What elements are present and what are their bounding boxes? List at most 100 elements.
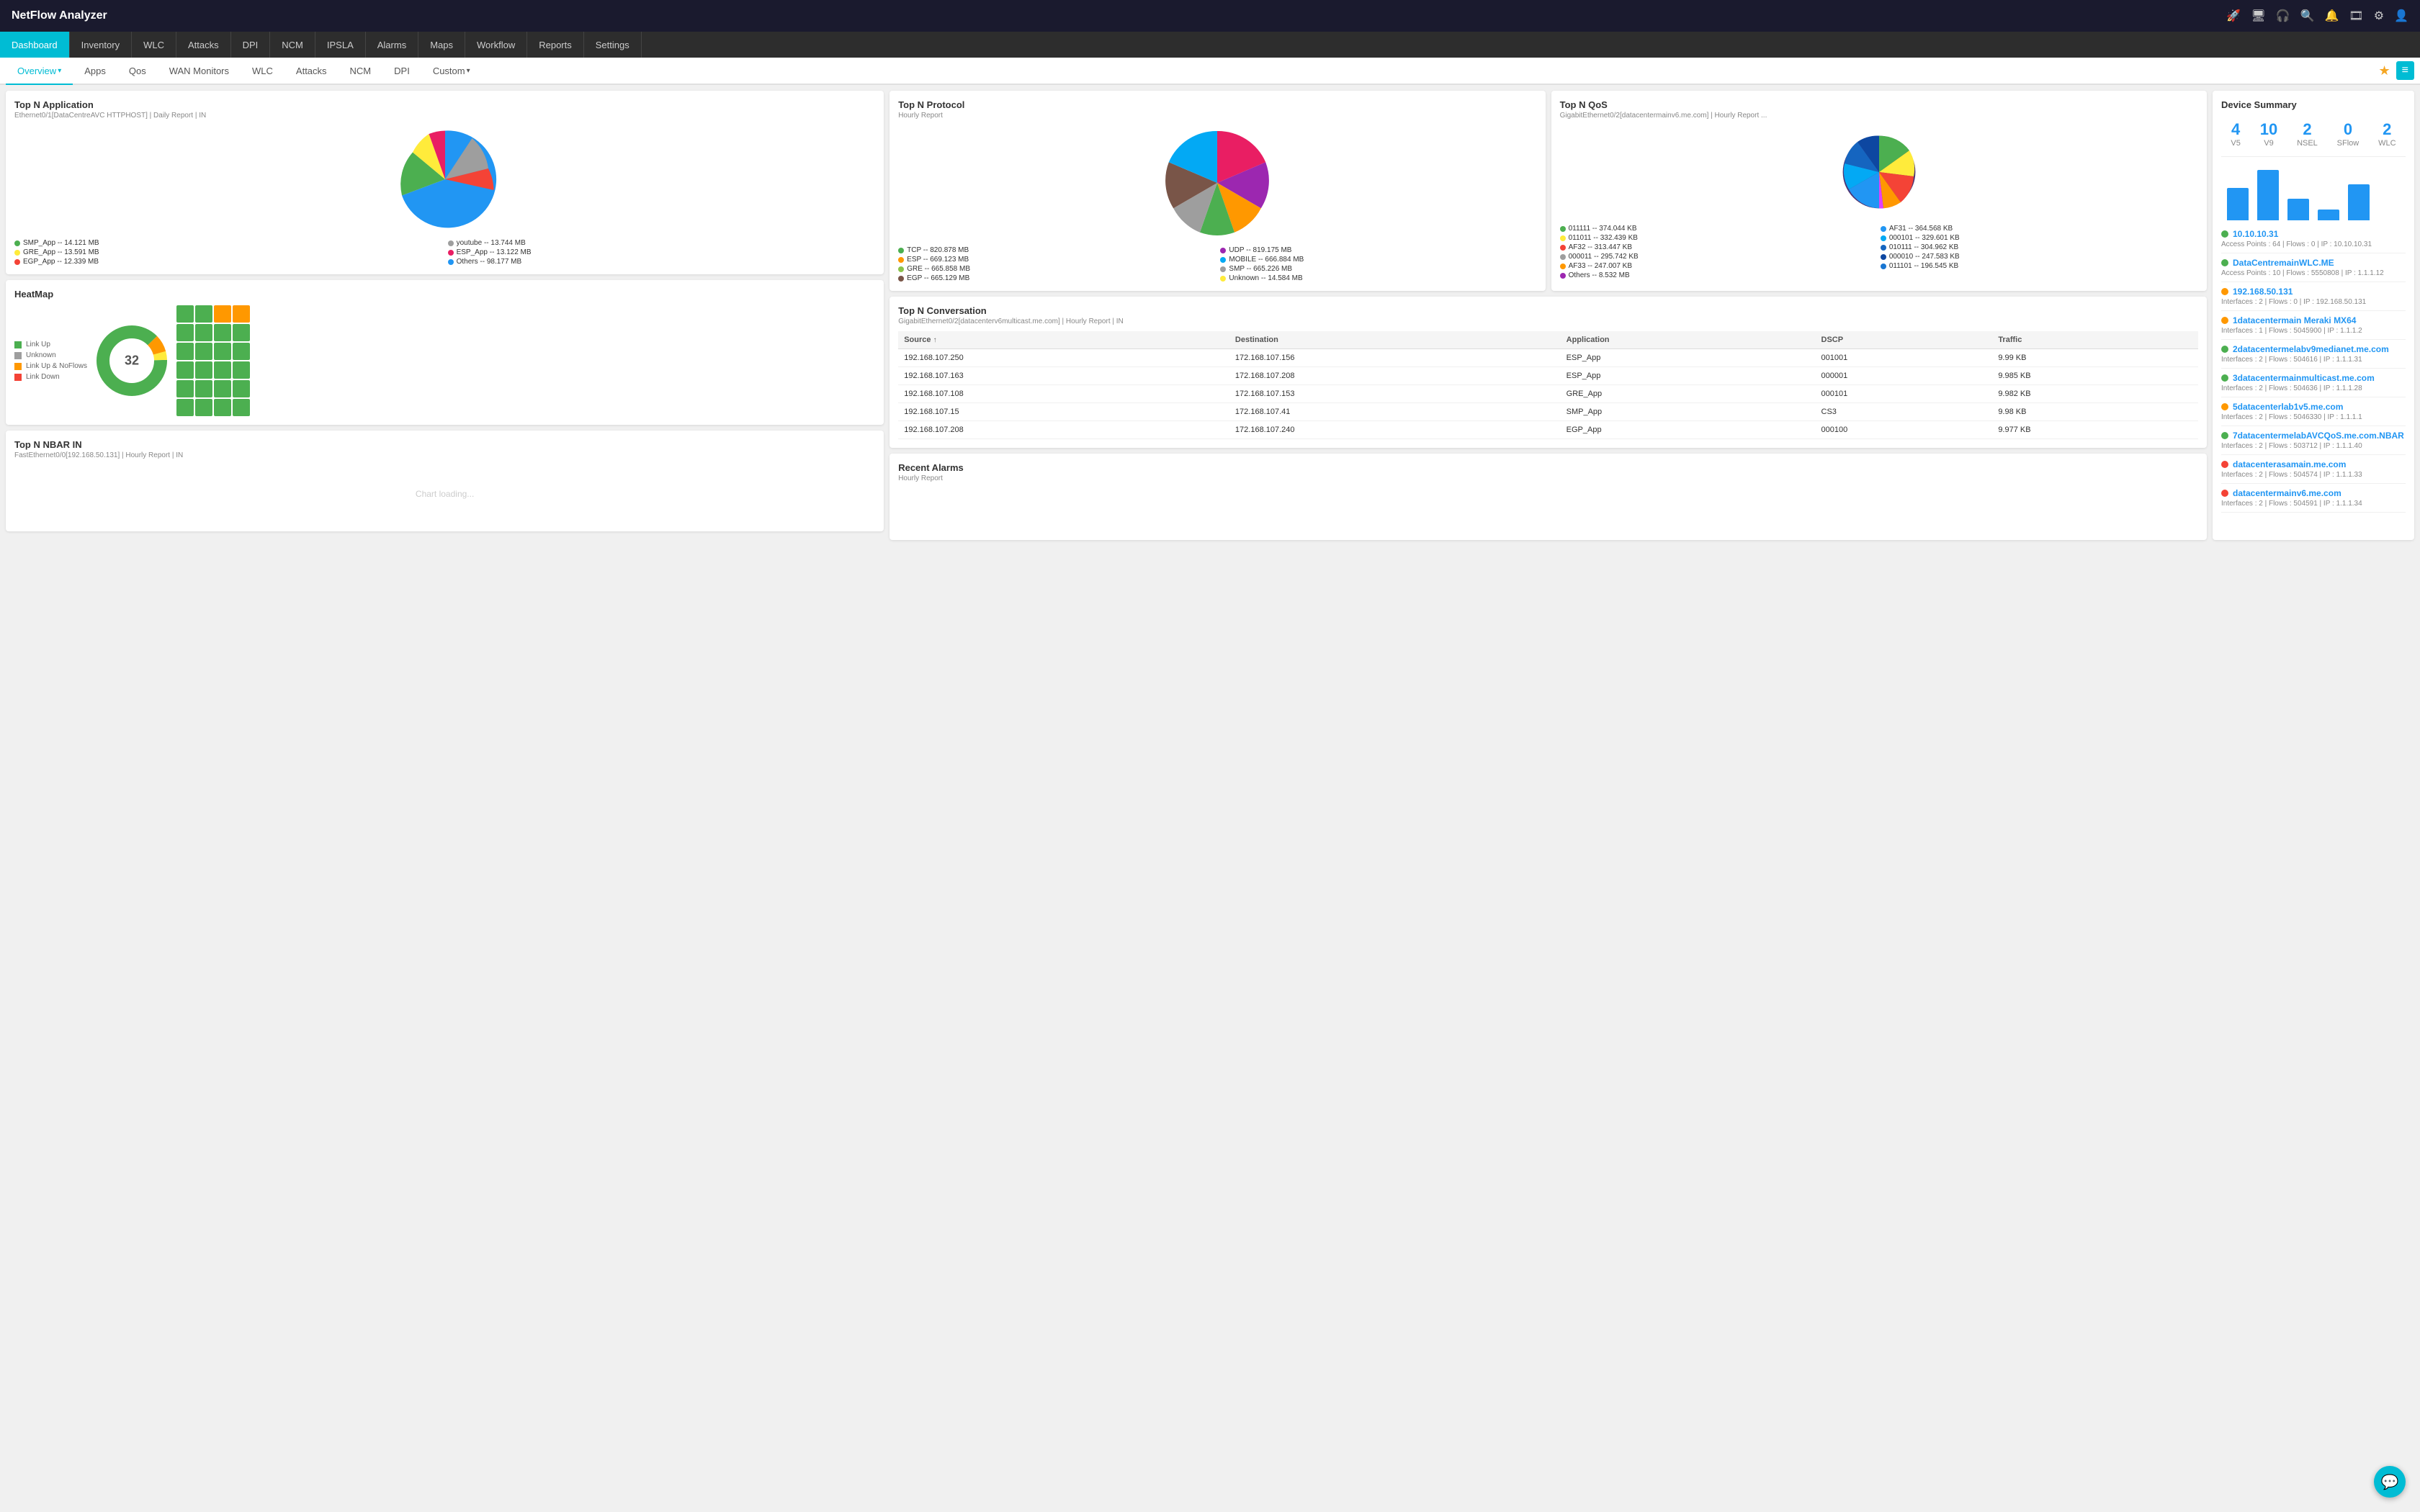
heatmap-cell[interactable]	[176, 343, 194, 360]
right-panel: Device Summary 4 V5 10 V9 2 NSEL 0 SFlow	[2213, 91, 2414, 540]
heatmap-cell[interactable]	[195, 399, 212, 416]
heatmap-cell[interactable]	[233, 361, 250, 379]
heatmap-cell[interactable]	[176, 305, 194, 323]
heatmap-cell[interactable]	[176, 361, 194, 379]
table-row[interactable]: 192.168.107.208 172.168.107.240 EGP_App …	[898, 421, 2198, 439]
legend-item: 000011 -- 295.742 KB	[1560, 253, 1878, 261]
device-details: Access Points : 10 | Flows : 5550808 | I…	[2221, 269, 2406, 277]
monitor-icon[interactable]: 🖥	[2251, 9, 2265, 23]
topn-application-legend: SMP_App -- 14.121 MB youtube -- 13.744 M…	[14, 239, 875, 266]
subnav-dpi[interactable]: DPI	[382, 58, 421, 85]
heatmap-cell[interactable]	[195, 361, 212, 379]
device-item[interactable]: 5datacenterlab1v5.me.com Interfaces : 2 …	[2221, 402, 2406, 426]
nav-dashboard[interactable]: Dashboard	[0, 32, 70, 58]
cell-traffic: 9.977 KB	[1992, 421, 2198, 439]
table-row[interactable]: 192.168.107.250 172.168.107.156 ESP_App …	[898, 349, 2198, 367]
device-item[interactable]: 192.168.50.131 Interfaces : 2 | Flows : …	[2221, 287, 2406, 311]
col-application[interactable]: Application	[1561, 331, 1816, 349]
conversation-table: Source ↑ Destination Application DSCP Tr…	[898, 331, 2198, 439]
device-item[interactable]: 3datacentermainmulticast.me.com Interfac…	[2221, 373, 2406, 397]
menu-icon[interactable]: ≡	[2396, 61, 2414, 80]
subnav-apps[interactable]: Apps	[73, 58, 117, 85]
legend-item: 011111 -- 374.044 KB	[1560, 225, 1878, 233]
device-item[interactable]: 2datacentermelabv9medianet.me.com Interf…	[2221, 344, 2406, 369]
nav-ncm[interactable]: NCM	[270, 32, 315, 58]
heatmap-cell[interactable]	[195, 380, 212, 397]
table-row[interactable]: 192.168.107.15 172.168.107.41 SMP_App CS…	[898, 403, 2198, 421]
nav-reports[interactable]: Reports	[527, 32, 584, 58]
subnav-attacks[interactable]: Attacks	[284, 58, 339, 85]
col-traffic[interactable]: Traffic	[1992, 331, 2198, 349]
table-row[interactable]: 192.168.107.163 172.168.107.208 ESP_App …	[898, 367, 2198, 385]
heatmap-cell[interactable]	[214, 380, 231, 397]
nav-dpi[interactable]: DPI	[231, 32, 271, 58]
dev-nsel-label: NSEL	[2297, 139, 2318, 148]
legend-dot	[448, 240, 454, 246]
device-item[interactable]: 10.10.10.31 Access Points : 64 | Flows :…	[2221, 229, 2406, 253]
cell-traffic: 9.99 KB	[1992, 349, 2198, 367]
topn-qos-subtitle: GigabitEthernet0/2[datacentermainv6.me.c…	[1560, 112, 2198, 120]
top-row-charts: Top N Protocol Hourly Report	[889, 91, 2207, 291]
heatmap-cell[interactable]	[176, 399, 194, 416]
heatmap-cell[interactable]	[195, 343, 212, 360]
legend-item: 000010 -- 247.583 KB	[1881, 253, 2198, 261]
heatmap-cell[interactable]	[233, 305, 250, 323]
device-item[interactable]: datacenterasamain.me.com Interfaces : 2 …	[2221, 459, 2406, 484]
chat-fab[interactable]: 💬	[2374, 1466, 2406, 1498]
legend-label: ESP_App -- 13.122 MB	[457, 248, 532, 256]
heatmap-cell[interactable]	[233, 343, 250, 360]
device-item[interactable]: 7datacentermelabAVCQoS.me.com.NBAR Inter…	[2221, 431, 2406, 455]
subnav-wan-monitors[interactable]: WAN Monitors	[158, 58, 241, 85]
subnav-wlc[interactable]: WLC	[241, 58, 284, 85]
heatmap-cell[interactable]	[214, 361, 231, 379]
cell-dscp: 000001	[1816, 367, 1993, 385]
nav-attacks[interactable]: Attacks	[176, 32, 231, 58]
star-icon[interactable]: ★	[2379, 63, 2390, 78]
heatmap-cell[interactable]	[176, 324, 194, 341]
subnav-ncm[interactable]: NCM	[339, 58, 383, 85]
nav-alarms[interactable]: Alarms	[366, 32, 418, 58]
heatmap-cell[interactable]	[214, 343, 231, 360]
nav-settings[interactable]: Settings	[584, 32, 642, 58]
col-source[interactable]: Source ↑	[898, 331, 1229, 349]
heatmap-grid	[176, 305, 250, 416]
heatmap-cell[interactable]	[214, 305, 231, 323]
heatmap-cell[interactable]	[195, 324, 212, 341]
heatmap-cell[interactable]	[195, 305, 212, 323]
nav-wlc[interactable]: WLC	[132, 32, 176, 58]
device-item[interactable]: 1datacentermain Meraki MX64 Interfaces :…	[2221, 315, 2406, 340]
subnav-overview[interactable]: Overview ▾	[6, 58, 73, 85]
search-icon[interactable]: 🔍	[2300, 9, 2315, 23]
subnav-custom[interactable]: Custom ▾	[421, 58, 482, 85]
nav-maps[interactable]: Maps	[418, 32, 465, 58]
table-header-row: Source ↑ Destination Application DSCP Tr…	[898, 331, 2198, 349]
legend-item: ESP_App -- 13.122 MB	[448, 248, 876, 256]
heatmap-cell[interactable]	[176, 380, 194, 397]
table-row[interactable]: 192.168.107.108 172.168.107.153 GRE_App …	[898, 385, 2198, 403]
headphone-icon[interactable]: 🎧	[2276, 9, 2290, 23]
rocket-icon[interactable]: 🚀	[2226, 9, 2241, 23]
device-item[interactable]: datacentermainv6.me.com Interfaces : 2 |…	[2221, 488, 2406, 513]
user-icon[interactable]: 👤	[2394, 9, 2408, 23]
gear-icon[interactable]: ⚙	[2374, 9, 2384, 23]
nav-ipsla[interactable]: IPSLA	[315, 32, 366, 58]
subnav-qos[interactable]: Qos	[117, 58, 158, 85]
topn-application-subtitle: Ethernet0/1[DataCentreAVC HTTPHOST] | Da…	[14, 112, 875, 120]
donut-count: 32	[125, 354, 139, 369]
legend-item: EGP_App -- 12.339 MB	[14, 258, 442, 266]
heatmap-cell[interactable]	[214, 399, 231, 416]
col-dscp[interactable]: DSCP	[1816, 331, 1993, 349]
heatmap-cell[interactable]	[233, 380, 250, 397]
bell-icon[interactable]: 🔔	[2325, 9, 2339, 23]
nav-inventory[interactable]: Inventory	[70, 32, 132, 58]
heatmap-cell[interactable]	[233, 324, 250, 341]
cell-traffic: 9.985 KB	[1992, 367, 2198, 385]
heatmap-cell[interactable]	[233, 399, 250, 416]
film-icon[interactable]: 🎞	[2349, 9, 2363, 23]
legend-item: 011101 -- 196.545 KB	[1881, 262, 2198, 270]
col-destination[interactable]: Destination	[1229, 331, 1561, 349]
heatmap-cell[interactable]	[214, 324, 231, 341]
device-item[interactable]: DataCentremainWLC.ME Access Points : 10 …	[2221, 258, 2406, 282]
status-dot	[2221, 461, 2228, 468]
nav-workflow[interactable]: Workflow	[465, 32, 527, 58]
